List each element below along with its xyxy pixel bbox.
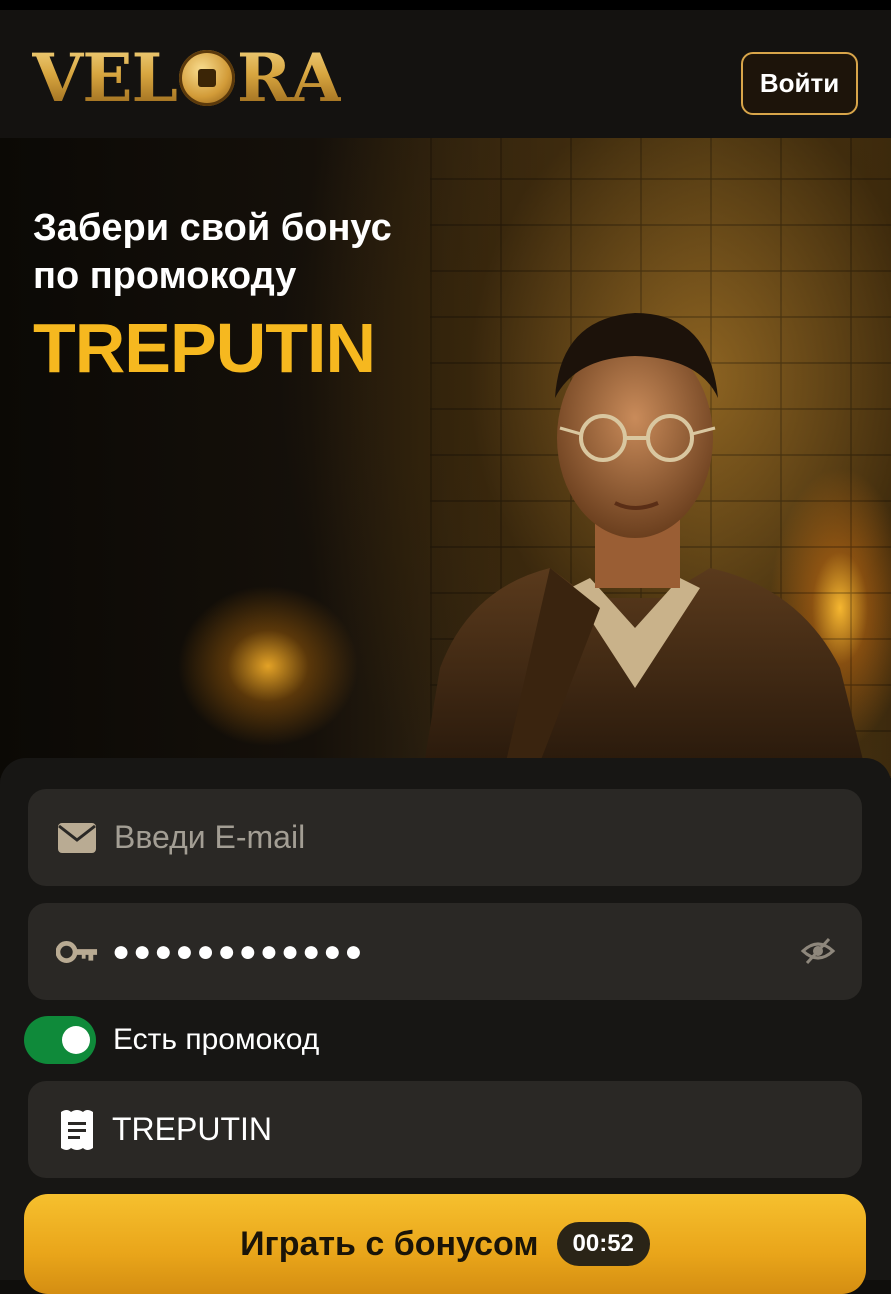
logo-text-left: VEL [32,39,177,117]
promo-toggle-row: Есть промокод [24,1016,319,1064]
eye-slash-icon[interactable] [800,933,836,969]
promo-code-field[interactable]: TREPUTIN [28,1081,862,1178]
envelope-icon [56,820,98,856]
adventurer-illustration [421,313,868,778]
email-field[interactable] [28,789,862,886]
velora-logo[interactable]: VEL RA [32,38,341,118]
countdown-timer: 00:52 [556,1222,650,1266]
login-button[interactable]: Войти [741,52,858,115]
hero-line-1: Забери свой бонус [33,207,392,249]
logo-text-right: RA [236,39,341,117]
logo-coin-icon [178,50,235,106]
play-button-label: Играть с бонусом [240,1224,539,1263]
hero-banner: Забери свой бонус по промокоду TREPUTIN [0,138,891,778]
registration-form: ●●●●●●●●●●●● Есть промокод TREPUTIN Игра… [0,758,891,1294]
password-field[interactable]: ●●●●●●●●●●●● [28,903,862,1000]
ticket-icon [56,1109,98,1150]
hero-headline: Забери свой бонус по промокоду TREPUTIN [33,204,392,388]
status-bar [0,0,891,10]
hero-line-2: по промокоду [33,255,297,297]
promo-code-value[interactable]: TREPUTIN [112,1111,272,1148]
play-with-bonus-button[interactable]: Играть с бонусом 00:52 [24,1194,866,1294]
email-input[interactable] [112,818,766,857]
hero-promo-code: TREPUTIN [33,309,376,387]
site-header: VEL RA Войти [0,10,891,138]
toggle-knob [62,1026,90,1054]
promo-toggle[interactable] [24,1016,96,1064]
key-icon [56,934,98,970]
password-value[interactable]: ●●●●●●●●●●●● [112,935,365,969]
promo-toggle-label: Есть промокод [113,1023,320,1056]
